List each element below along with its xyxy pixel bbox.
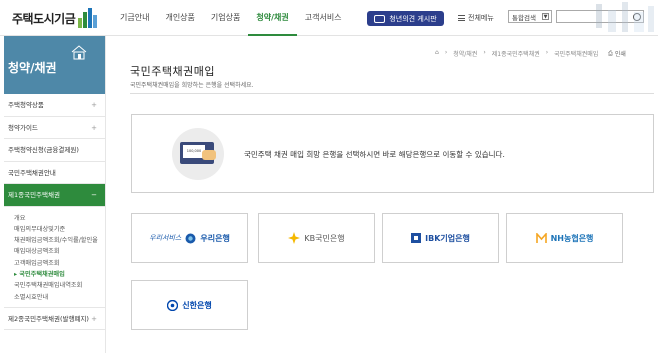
youth-board-button[interactable]: 청년의견 게시판 bbox=[367, 11, 444, 26]
search-scope-value: 통합검색 bbox=[512, 13, 536, 22]
submenu-item[interactable]: 매입의무대상및기준 bbox=[14, 224, 105, 235]
breadcrumb-separator: › bbox=[545, 49, 549, 56]
nh-logo-icon bbox=[535, 232, 547, 243]
sidebar-item-subscription-apply[interactable]: 주택청약신청(금융결제원) bbox=[4, 139, 105, 162]
sidebar-item-subscription-guide[interactable]: 청약가이드 + bbox=[4, 117, 105, 139]
house-icon bbox=[71, 45, 87, 60]
print-label: 인쇄 bbox=[614, 51, 626, 58]
sidebar-item-type1-bond[interactable]: 제1종국민주택채권 − bbox=[4, 184, 105, 207]
chevron-down-icon: ▼ bbox=[542, 13, 549, 20]
submenu-item[interactable]: 개요 bbox=[14, 213, 105, 224]
bank-button-shinhan[interactable]: 신한은행 bbox=[131, 280, 248, 330]
bank-name: IBK기업은행 bbox=[425, 233, 470, 243]
kb-star-logo-icon bbox=[288, 232, 301, 244]
nav-fund-info[interactable]: 기금안내 bbox=[112, 0, 157, 36]
sidebar-menu: 주택청약상품 + 청약가이드 + 주택청약신청(금융결제원) 국민주택채권안내 … bbox=[4, 94, 105, 331]
sidebar: 청약/채권 주택청약상품 + 청약가이드 + 주택청약신청(금융결제원) 국민주… bbox=[4, 36, 106, 353]
woori-logo-icon bbox=[185, 233, 196, 243]
breadcrumb-separator: › bbox=[483, 49, 486, 56]
bank-button-kb[interactable]: KB국민은행 bbox=[258, 213, 375, 263]
youth-board-label: 청년의견 게시판 bbox=[389, 14, 437, 23]
logo-text: 주택도시기금 bbox=[12, 11, 76, 26]
print-button[interactable]: ⎙ 인쇄 bbox=[608, 49, 626, 59]
sidebar-item-label: 청약가이드 bbox=[8, 123, 38, 132]
sidebar-item-label: 제1종국민주택채권 bbox=[8, 191, 60, 199]
site-logo[interactable]: 주택도시기금 bbox=[12, 7, 100, 29]
card-payment-icon: 100,000 bbox=[172, 128, 224, 180]
info-box: 100,000 국민주택 채권 매입 희망 은행을 선택하시면 바로 해당은행으… bbox=[131, 114, 654, 193]
sidebar-item-label: 주택청약신청(금융결제원) bbox=[8, 146, 79, 154]
header-decoration-graphic bbox=[596, 2, 654, 32]
sidebar-submenu: 개요 매입의무대상및기준 채권매입금액조회/수익률/할인율 매입대상금액조회 고… bbox=[4, 207, 105, 308]
submenu-item[interactable]: 소멸시효안내 bbox=[14, 292, 105, 303]
submenu-item[interactable]: 국민주택채권매입내역조회 bbox=[14, 280, 105, 291]
sidebar-title: 청약/채권 bbox=[8, 61, 57, 75]
submenu-item-current-label: 국민주택채권매입 bbox=[19, 270, 65, 278]
bank-name: NH농협은행 bbox=[550, 233, 594, 243]
header: 주택도시기금 기금안내 개인상품 기업상품 청약/채권 고객서비스 청년의견 게… bbox=[0, 0, 658, 36]
sidebar-item-label: 주택청약상품 bbox=[8, 101, 44, 109]
bank-name: KB국민은행 bbox=[304, 233, 345, 243]
bank-slogan: 우리서비스 bbox=[149, 234, 182, 242]
page-description: 국민주택채권매입을 희망하는 은행을 선택하세요. bbox=[130, 82, 254, 89]
submenu-item-current[interactable]: ▸ 국민주택채권매입 bbox=[14, 269, 105, 280]
breadcrumb-separator: › bbox=[444, 49, 448, 56]
bank-button-nh[interactable]: NH농협은행 bbox=[506, 213, 623, 263]
bank-name: 신한은행 bbox=[182, 300, 212, 310]
global-nav: 기금안내 개인상품 기업상품 청약/채권 고객서비스 bbox=[112, 0, 350, 36]
breadcrumb-item-current: 국민주택채권매입 bbox=[554, 51, 599, 58]
breadcrumb: ⌂ › 청약/채권 › 제1종국민주택채권 › 국민주택채권매입 bbox=[435, 49, 598, 58]
submenu-item[interactable]: 채권매입금액조회/수익률/할인율 bbox=[14, 235, 105, 246]
nav-corporate-products[interactable]: 기업상품 bbox=[203, 0, 248, 36]
sidebar-header: 청약/채권 bbox=[4, 36, 105, 94]
nav-personal-products[interactable]: 개인상품 bbox=[157, 0, 202, 36]
sidebar-item-label: 제2종국민주택채권(발행폐지) bbox=[8, 314, 89, 323]
all-menu-label: 전체메뉴 bbox=[468, 14, 494, 22]
page-title: 국민주택채권매입 bbox=[130, 65, 215, 78]
bank-name: 우리은행 bbox=[200, 233, 230, 243]
expand-icon: + bbox=[91, 314, 97, 323]
sidebar-item-type2-bond[interactable]: 제2종국민주택채권(발행폐지) + bbox=[4, 308, 105, 331]
search-scope-select[interactable]: 통합검색 ▼ bbox=[508, 10, 552, 23]
submenu-item[interactable]: 고객매입금액조회 bbox=[14, 258, 105, 269]
bank-button-ibk[interactable]: IBK기업은행 bbox=[382, 213, 499, 263]
expand-icon: + bbox=[91, 101, 97, 109]
sidebar-item-label: 국민주택채권안내 bbox=[8, 168, 56, 177]
nav-customer-service[interactable]: 고객서비스 bbox=[297, 0, 350, 36]
sidebar-item-subscription-products[interactable]: 주택청약상품 + bbox=[4, 94, 105, 117]
breadcrumb-item[interactable]: 제1종국민주택채권 bbox=[492, 49, 540, 58]
submenu-item[interactable]: 매입대상금액조회 bbox=[14, 246, 105, 257]
hamburger-icon bbox=[458, 15, 465, 21]
hand-shape bbox=[202, 150, 216, 160]
home-icon[interactable]: ⌂ bbox=[435, 49, 439, 58]
sidebar-item-bond-guide[interactable]: 국민주택채권안내 bbox=[4, 162, 105, 184]
shinhan-logo-icon bbox=[167, 299, 179, 311]
expand-icon: + bbox=[91, 123, 97, 132]
nav-subscription-bonds[interactable]: 청약/채권 bbox=[248, 0, 297, 36]
breadcrumb-item[interactable]: 청약/채권 bbox=[453, 49, 477, 58]
all-menu-button[interactable]: 전체메뉴 bbox=[458, 11, 494, 25]
info-message: 국민주택 채권 매입 희망 은행을 선택하시면 바로 해당은행으로 이동할 수 … bbox=[244, 150, 505, 159]
printer-icon: ⎙ bbox=[608, 49, 613, 57]
speech-bubble-icon bbox=[374, 14, 386, 23]
logo-mark-icon bbox=[78, 8, 100, 28]
bank-button-woori[interactable]: 우리서비스 우리은행 bbox=[131, 213, 248, 263]
ibk-logo-icon bbox=[411, 233, 422, 243]
collapse-icon: − bbox=[91, 191, 97, 199]
title-divider bbox=[130, 93, 654, 94]
